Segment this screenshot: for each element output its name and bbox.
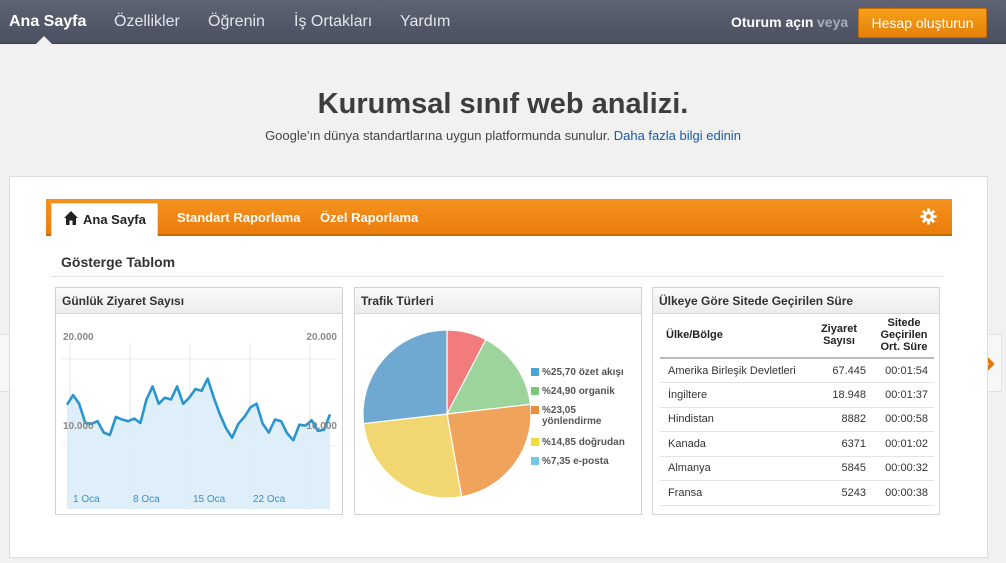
table-header-visits[interactable]: Ziyaret Sayısı <box>804 314 874 359</box>
gear-icon[interactable] <box>920 208 937 225</box>
table-cell-visits: 5243 <box>804 480 874 506</box>
nav-item-partners[interactable]: İş Ortakları <box>294 0 372 44</box>
table-cell-country: Hindistan <box>660 407 804 432</box>
x-tick-label: 1 Oca <box>73 494 100 505</box>
y-tick-label: 10.000 <box>63 421 94 432</box>
table-cell-country: Kanada <box>660 431 804 457</box>
legend-label: %14,85 doğrudan <box>542 437 625 448</box>
table-cell-visits: 67.445 <box>804 358 874 383</box>
table-cell-visits: 18.948 <box>804 382 874 408</box>
legend-swatch <box>531 438 539 446</box>
table-row[interactable]: Almanya 5845 00:00:32 <box>660 456 934 481</box>
legend-item: %14,85 doğrudan <box>531 437 625 448</box>
nav-item-learn[interactable]: Öğrenin <box>208 0 265 44</box>
legend-item: %7,35 e-posta <box>531 456 609 467</box>
table-cell-avg-time: 00:01:54 <box>874 358 934 383</box>
daily-visits-chart: 20.000 20.000 10.000 10.000 1 Oca 8 Oca 15 Oca… <box>61 332 337 509</box>
y-tick-label: 10.000 <box>306 421 337 432</box>
table-header-avg-time[interactable]: Sitede Geçirilen Ort. Süre <box>874 314 934 359</box>
hero-subtitle: Google'ın dünya standartlarına uygun pla… <box>0 128 1006 143</box>
active-nav-caret <box>36 36 52 44</box>
legend-swatch <box>531 406 539 414</box>
y-tick-label: 20.000 <box>306 332 337 343</box>
pie-slice <box>362 413 463 499</box>
table-row[interactable]: Kanada 6371 00:01:02 <box>660 431 934 457</box>
table-cell-country: İngiltere <box>660 382 804 408</box>
table-cell-avg-time: 00:01:37 <box>874 382 934 408</box>
nav-item-features[interactable]: Özellikler <box>114 0 180 44</box>
table-cell-visits: 6371 <box>804 431 874 457</box>
table-cell-avg-time: 00:00:32 <box>874 456 934 481</box>
dashboard-title: Gösterge Tablom <box>61 254 176 270</box>
legend-swatch <box>531 368 539 376</box>
hero-subtitle-text: Google'ın dünya standartlarına uygun pla… <box>265 128 611 143</box>
top-navigation-bar: Ana Sayfa Özellikler Öğrenin İş Ortaklar… <box>0 0 1006 44</box>
table-row[interactable]: Hindistan 8882 00:00:58 <box>660 407 934 432</box>
table-cell-avg-time: 00:00:58 <box>874 407 934 432</box>
legend-label: %7,35 e-posta <box>542 456 609 467</box>
table-cell-country: Amerika Birleşik Devletleri <box>660 358 804 383</box>
table-row[interactable]: Fransa 5243 00:00:38 <box>660 480 934 506</box>
table-cell-visits: 8882 <box>804 407 874 432</box>
page-title: Kurumsal sınıf web analizi. <box>317 88 689 120</box>
country-time-title: Ülkeye Göre Sitede Geçirilen Süre <box>653 288 939 314</box>
create-account-button[interactable]: Hesap oluşturun <box>858 8 987 38</box>
table-row[interactable]: Amerika Birleşik Devletleri 67.445 00:01:5… <box>660 358 934 383</box>
or-label: veya <box>817 14 849 30</box>
tab-home[interactable]: Ana Sayfa <box>51 203 158 236</box>
tab-home-label: Ana Sayfa <box>83 212 146 227</box>
legend-swatch <box>531 387 539 395</box>
legend-swatch <box>531 457 539 465</box>
legend-item: %23,05 yönlendirme <box>531 405 612 427</box>
dashboard-divider <box>52 276 944 277</box>
series-area <box>67 378 330 509</box>
x-tick-label: 22 Oca <box>253 494 286 505</box>
legend-label: %24,90 organik <box>542 386 615 397</box>
table-cell-visits: 5845 <box>804 456 874 481</box>
traffic-types-chart <box>362 329 532 499</box>
daily-visits-panel: Günlük Ziyaret Sayısı 20.000 20.000 10.000… <box>55 287 343 515</box>
nav-item-help[interactable]: Yardım <box>400 0 450 44</box>
tab-custom-reporting[interactable]: Özel Raporlama <box>320 210 418 225</box>
table-cell-country: Almanya <box>660 456 804 481</box>
country-time-rows: Amerika Birleşik Devletleri 67.445 00:01:5… <box>660 358 934 506</box>
table-cell-avg-time: 00:00:38 <box>874 480 934 506</box>
country-time-table: Ülke/Bölge Ziyaret Sayısı Sitede Geçiril… <box>660 314 934 506</box>
legend-item: %25,70 özet akışı <box>531 367 624 378</box>
table-row[interactable]: İngiltere 18.948 00:01:37 <box>660 382 934 408</box>
tab-standard-reporting[interactable]: Standart Raporlama <box>177 210 301 225</box>
legend-label: %25,70 özet akışı <box>542 367 624 378</box>
daily-visits-title: Günlük Ziyaret Sayısı <box>56 288 342 314</box>
table-cell-country: Fransa <box>660 480 804 506</box>
table-header-country[interactable]: Ülke/Bölge <box>660 314 804 359</box>
legend-item: %24,90 organik <box>531 386 615 397</box>
table-cell-avg-time: 00:01:02 <box>874 431 934 457</box>
y-tick-label: 20.000 <box>63 332 94 343</box>
signin-link[interactable]: Oturum açın <box>731 0 813 44</box>
legend-label: %23,05 yönlendirme <box>542 405 602 427</box>
home-icon <box>64 211 78 225</box>
pie-slice <box>362 329 448 425</box>
x-tick-label: 8 Oca <box>133 494 160 505</box>
learn-more-link[interactable]: Daha fazla bilgi edinin <box>614 128 741 143</box>
traffic-types-title: Trafik Türleri <box>355 288 641 314</box>
x-tick-label: 15 Oca <box>193 494 226 505</box>
